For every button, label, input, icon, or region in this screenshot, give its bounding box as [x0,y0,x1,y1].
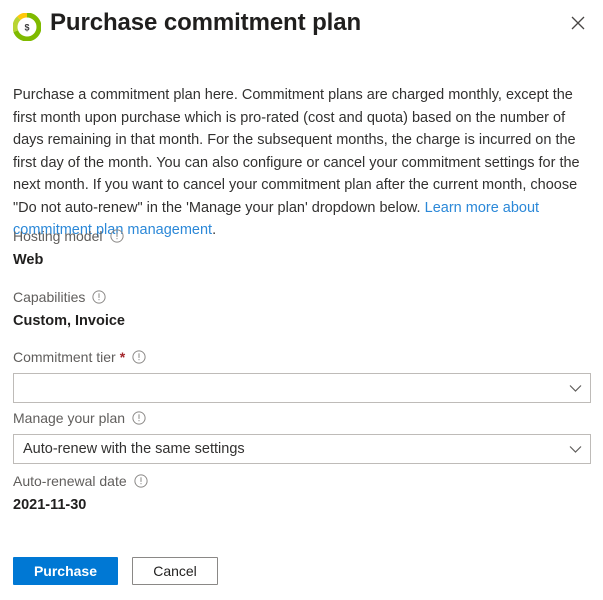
close-icon [570,15,586,31]
info-icon[interactable] [132,411,146,425]
dialog-header: $ Purchase commitment plan [0,0,603,56]
manage-your-plan-dropdown[interactable]: Auto-renew with the same settings [13,434,591,464]
purchase-button[interactable]: Purchase [13,557,118,585]
commitment-tier-dropdown[interactable] [13,373,591,403]
manage-your-plan-label: Manage your plan [13,410,126,426]
auto-renewal-date-label: Auto-renewal date [13,473,127,489]
capabilities-value: Custom, Invoice [13,313,125,329]
chevron-down-icon [560,384,590,393]
hosting-model-value: Web [13,252,44,268]
purchase-commitment-plan-dialog: $ Purchase commitment plan Purchase a co… [0,0,603,600]
capabilities-label: Capabilities [13,289,86,305]
svg-text:$: $ [24,23,29,33]
info-icon[interactable] [109,229,124,243]
dialog-footer: Purchase Cancel [13,557,218,585]
auto-renewal-date-value: 2021-11-30 [13,497,87,513]
info-icon[interactable] [132,350,146,364]
commitment-tier-label: Commitment tier [13,349,116,365]
cost-dollar-donut-icon: $ [12,12,42,42]
cancel-button[interactable]: Cancel [132,557,218,585]
field-capabilities: Capabilities Custom, Invoice [13,287,591,331]
description-part1: Purchase a commitment plan here. Commitm… [13,87,580,216]
description-text: Purchase a commitment plan here. Commitm… [13,84,591,242]
capabilities-label-row: Capabilities [13,287,591,307]
info-icon[interactable] [134,474,148,488]
field-auto-renewal-date: Auto-renewal date 2021-11-30 [13,471,591,515]
commitment-tier-label-row: Commitment tier * [13,347,591,367]
field-commitment-tier: Commitment tier * [13,347,591,403]
auto-renewal-date-label-row: Auto-renewal date [13,471,591,491]
hosting-model-label-row: Hosting model [13,226,591,246]
chevron-down-icon [560,445,590,454]
required-asterisk: * [119,349,126,365]
manage-your-plan-value: Auto-renew with the same settings [23,441,245,457]
field-manage-your-plan: Manage your plan Auto-renew with the sam… [13,408,591,464]
field-hosting-model: Hosting model Web [13,226,591,270]
close-button[interactable] [561,6,595,40]
manage-your-plan-label-row: Manage your plan [13,408,591,428]
info-icon[interactable] [92,290,106,304]
hosting-model-label: Hosting model [13,228,103,244]
page-title: Purchase commitment plan [50,9,362,36]
